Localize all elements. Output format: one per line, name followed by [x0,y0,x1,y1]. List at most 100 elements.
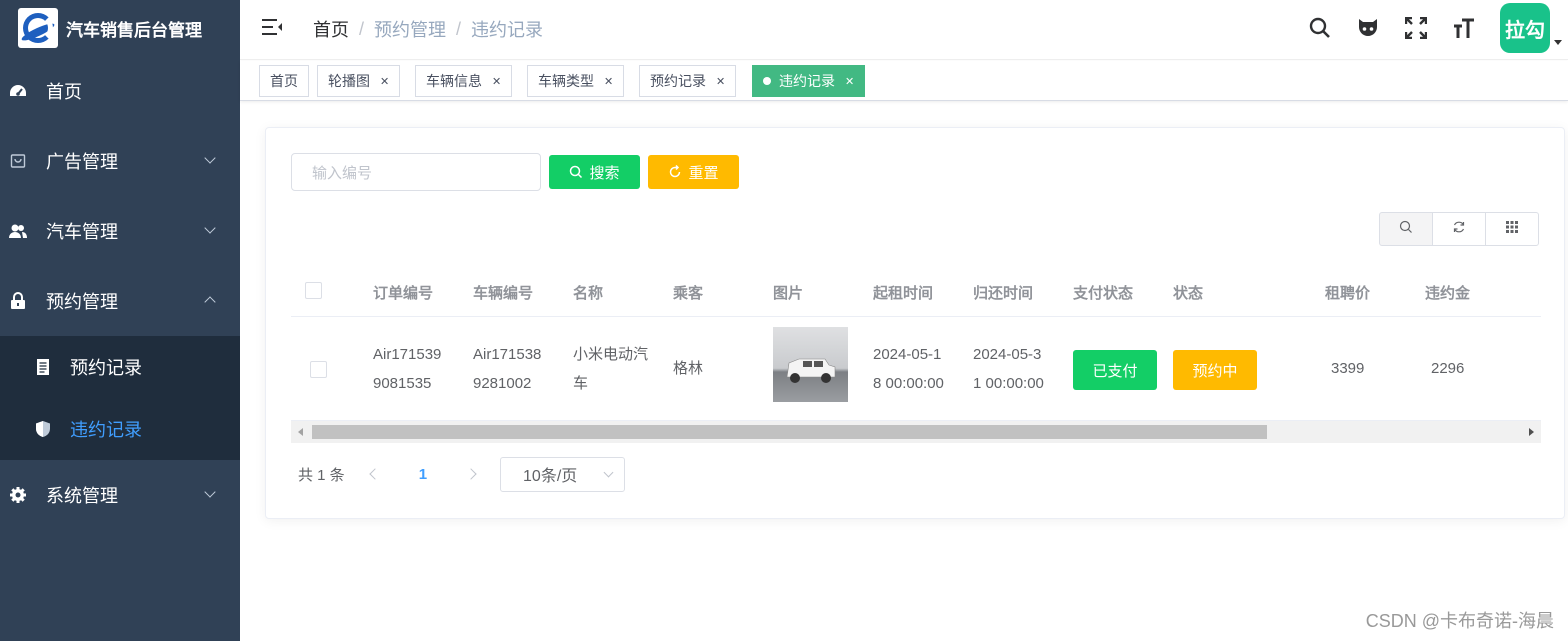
tag-violation-records[interactable]: 违约记录 ✕ [752,65,866,97]
cell-line: 2024-05-3 [973,346,1042,363]
users-icon [8,221,28,241]
search-input[interactable]: 输入编号 [291,153,541,191]
refresh-button[interactable] [1432,212,1486,246]
sidebar-item-home[interactable]: 首页 [0,56,240,126]
cell-line: 2024-05-1 [873,346,942,363]
navbar: 首页 / 预约管理 / 违约记录 拉勾 [240,0,1568,60]
gear-icon [8,485,28,505]
row-checkbox[interactable] [310,361,327,378]
cell-line: 小米电动汽 [573,346,649,363]
cell-line: 车 [573,375,589,392]
breadcrumb-item-home[interactable]: 首页 [313,16,349,42]
close-icon[interactable]: ✕ [492,75,501,88]
close-icon[interactable]: ✕ [604,75,613,88]
close-icon[interactable]: ✕ [845,75,854,88]
sidebar-item-label: 系统管理 [46,486,118,506]
sidebar-item-label: 汽车管理 [46,222,118,242]
next-page-icon[interactable] [465,468,477,480]
github-icon[interactable] [1356,16,1380,40]
close-icon[interactable]: ✕ [716,75,725,88]
chevron-down-icon [603,467,614,477]
avatar[interactable]: 拉勾 [1500,3,1550,53]
tag-vehicle-info[interactable]: 车辆信息 ✕ [415,65,513,97]
sidebar-item-label: 广告管理 [46,152,118,172]
search-icon [1399,220,1413,239]
return-time-cell: 2024-05-3 1 00:00:00 [973,340,1044,398]
lock-icon [8,291,28,311]
watermark: CSDN @卡布奇诺-海晨 [1365,611,1554,631]
column-header: 支付状态 [1073,285,1134,302]
column-header: 归还时间 [973,285,1034,302]
tag-vehicle-type[interactable]: 车辆类型 ✕ [527,65,625,97]
document-icon [34,358,52,376]
breadcrumb-separator: / [359,18,365,39]
sidebar-item-label: 首页 [46,82,82,102]
passenger-cell: 格林 [673,360,704,377]
fullscreen-icon[interactable] [1404,16,1428,40]
hamburger-icon[interactable] [262,18,282,36]
logo[interactable]: 汽车销售后台管理 [0,0,240,56]
column-header: 起租时间 [873,285,934,302]
tag-label: 预约记录 [650,73,706,89]
tag-label: 车辆类型 [538,73,594,89]
sidebar-item-reservations[interactable]: 预约管理 [0,266,240,336]
order-number-cell: Air171539 9081535 [373,340,441,398]
sidebar-item-label: 预约记录 [70,358,142,378]
tag-label: 车辆信息 [426,73,482,89]
start-time-cell: 2024-05-1 8 00:00:00 [873,340,944,398]
sidebar: 汽车销售后台管理 首页 广告管理 汽车管理 预约管理 预约记录 违约记录 系统管… [0,0,240,641]
sidebar-item-ads[interactable]: 广告管理 [0,126,240,196]
pagination: 共 1 条 1 10条/页 [298,456,626,492]
car-image[interactable] [773,327,848,402]
scroll-right-icon[interactable] [1529,428,1534,436]
sidebar-item-label: 违约记录 [70,420,142,440]
sidebar-item-system[interactable]: 系统管理 [0,460,240,530]
close-icon[interactable]: ✕ [380,75,389,88]
dashboard-icon [8,81,28,101]
caret-down-icon[interactable] [1554,39,1562,45]
page-size-select[interactable]: 10条/页 [500,456,626,492]
table-row[interactable]: Air171539 9081535 Air171538 9281002 小米电动… [291,317,1541,421]
app-title: 汽车销售后台管理 [66,20,202,40]
table-header: 订单编号 车辆编号 名称 乘客 图片 起租时间 归还时间 支付状态 状态 租聘价… [291,265,1541,317]
select-all-checkbox[interactable] [305,282,322,299]
shield-icon [34,420,52,438]
active-dot-icon [763,77,771,85]
search-button[interactable]: 搜索 [549,155,640,189]
search-icon [569,165,583,179]
column-header: 图片 [773,285,804,302]
tags-view: 首页 轮播图 ✕ 车辆信息 ✕ 车辆类型 ✕ 预约记录 ✕ 违约记录 ✕ [240,61,1568,101]
toggle-search-button[interactable] [1379,212,1433,246]
font-size-icon[interactable] [1452,16,1476,40]
tag-reservation-records[interactable]: 预约记录 ✕ [639,65,737,97]
column-header: 名称 [573,285,604,302]
page-number[interactable]: 1 [419,466,427,483]
breadcrumb-separator: / [456,18,462,39]
pagination-total: 共 1 条 [298,466,345,484]
prev-page-icon[interactable] [369,468,381,480]
tag-label: 违约记录 [779,73,835,89]
search-icon[interactable] [1308,16,1332,40]
column-header: 违约金 [1425,285,1471,302]
breadcrumb-item-current: 违约记录 [471,20,544,40]
cell-line: Air171539 [373,346,442,363]
scroll-left-icon[interactable] [298,428,303,436]
columns-button[interactable] [1485,212,1539,246]
tag-carousel[interactable]: 轮播图 ✕ [317,65,401,97]
car-number-cell: Air171538 9281002 [473,340,541,398]
sidebar-item-violation-records[interactable]: 违约记录 [0,398,240,460]
tag-home[interactable]: 首页 [259,65,309,97]
page-size-value: 10条/页 [523,468,578,485]
pay-status-badge: 已支付 [1073,350,1157,390]
column-header: 租聘价 [1325,285,1371,302]
chevron-up-icon [204,296,216,308]
horizontal-scrollbar[interactable] [291,421,1541,443]
sidebar-item-cars[interactable]: 汽车管理 [0,196,240,266]
submenu-reservations: 预约记录 违约记录 [0,336,240,460]
reset-button-label: 重置 [688,164,719,182]
sidebar-item-reservation-records[interactable]: 预约记录 [0,336,240,398]
scroll-thumb[interactable] [312,425,1267,439]
reset-button[interactable]: 重置 [648,155,739,189]
car-icon [786,358,836,383]
content-card: 输入编号 搜索 重置 订单编号 车辆编号 名称 乘客 图片 起租时间 归还时间 … [265,127,1565,519]
